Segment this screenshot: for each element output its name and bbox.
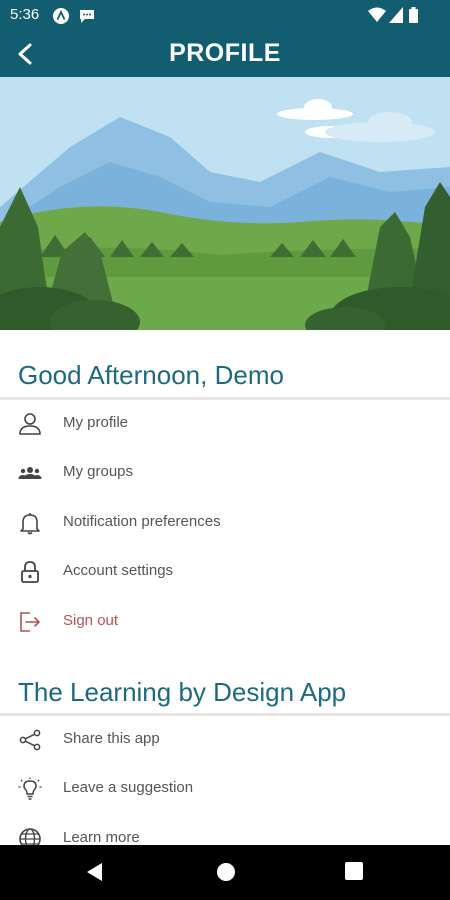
menu-item-label: Learn more	[63, 829, 140, 845]
lightbulb-icon	[18, 777, 42, 800]
profile-menu: Good Afternoon, Demo My profile My group…	[0, 330, 450, 845]
landscape-banner	[0, 77, 450, 330]
groups-icon	[18, 467, 42, 479]
menu-item-learn-more[interactable]: Learn more	[0, 816, 450, 845]
menu-item-my-profile[interactable]: My profile	[0, 401, 450, 447]
bell-icon	[20, 513, 40, 535]
nav-home-icon[interactable]	[216, 862, 236, 882]
menu-item-label: My groups	[63, 463, 134, 480]
menu-item-leave-suggestion[interactable]: Leave a suggestion	[0, 766, 450, 812]
status-time: 5:36	[10, 6, 40, 23]
menu-item-account-settings[interactable]: Account settings	[0, 549, 450, 595]
status-bar: 5:36	[0, 0, 450, 30]
app-section-heading: The Learning by Design App	[18, 677, 347, 707]
person-icon	[19, 413, 41, 435]
sign-out-icon	[20, 612, 40, 632]
menu-item-label: Sign out	[63, 612, 119, 629]
menu-item-label: Account settings	[63, 562, 174, 579]
lock-icon	[21, 561, 39, 583]
menu-item-label: Leave a suggestion	[63, 779, 194, 796]
menu-item-label: My profile	[63, 414, 129, 431]
greeting-heading: Good Afternoon, Demo	[18, 360, 284, 390]
divider	[0, 713, 450, 716]
menu-item-label: Share this app	[63, 730, 160, 747]
menu-item-sign-out[interactable]: Sign out	[0, 599, 450, 645]
chat-notification-icon	[80, 10, 94, 23]
page-title: PROFILE	[169, 39, 281, 67]
system-nav-bar	[0, 845, 450, 900]
wifi-icon	[368, 7, 386, 22]
menu-item-share-app[interactable]: Share this app	[0, 717, 450, 763]
menu-item-label: Notification preferences	[63, 513, 221, 530]
battery-icon	[409, 7, 418, 23]
cell-signal-icon	[389, 7, 403, 23]
app-notification-icon	[53, 8, 69, 24]
menu-item-my-groups[interactable]: My groups	[0, 450, 450, 496]
nav-recents-icon[interactable]	[345, 862, 363, 880]
menu-item-notification-preferences[interactable]: Notification preferences	[0, 500, 450, 546]
globe-icon	[19, 828, 41, 845]
nav-back-icon[interactable]	[86, 862, 104, 882]
app-bar: PROFILE	[0, 30, 450, 77]
share-icon	[19, 729, 41, 751]
divider	[0, 397, 450, 400]
